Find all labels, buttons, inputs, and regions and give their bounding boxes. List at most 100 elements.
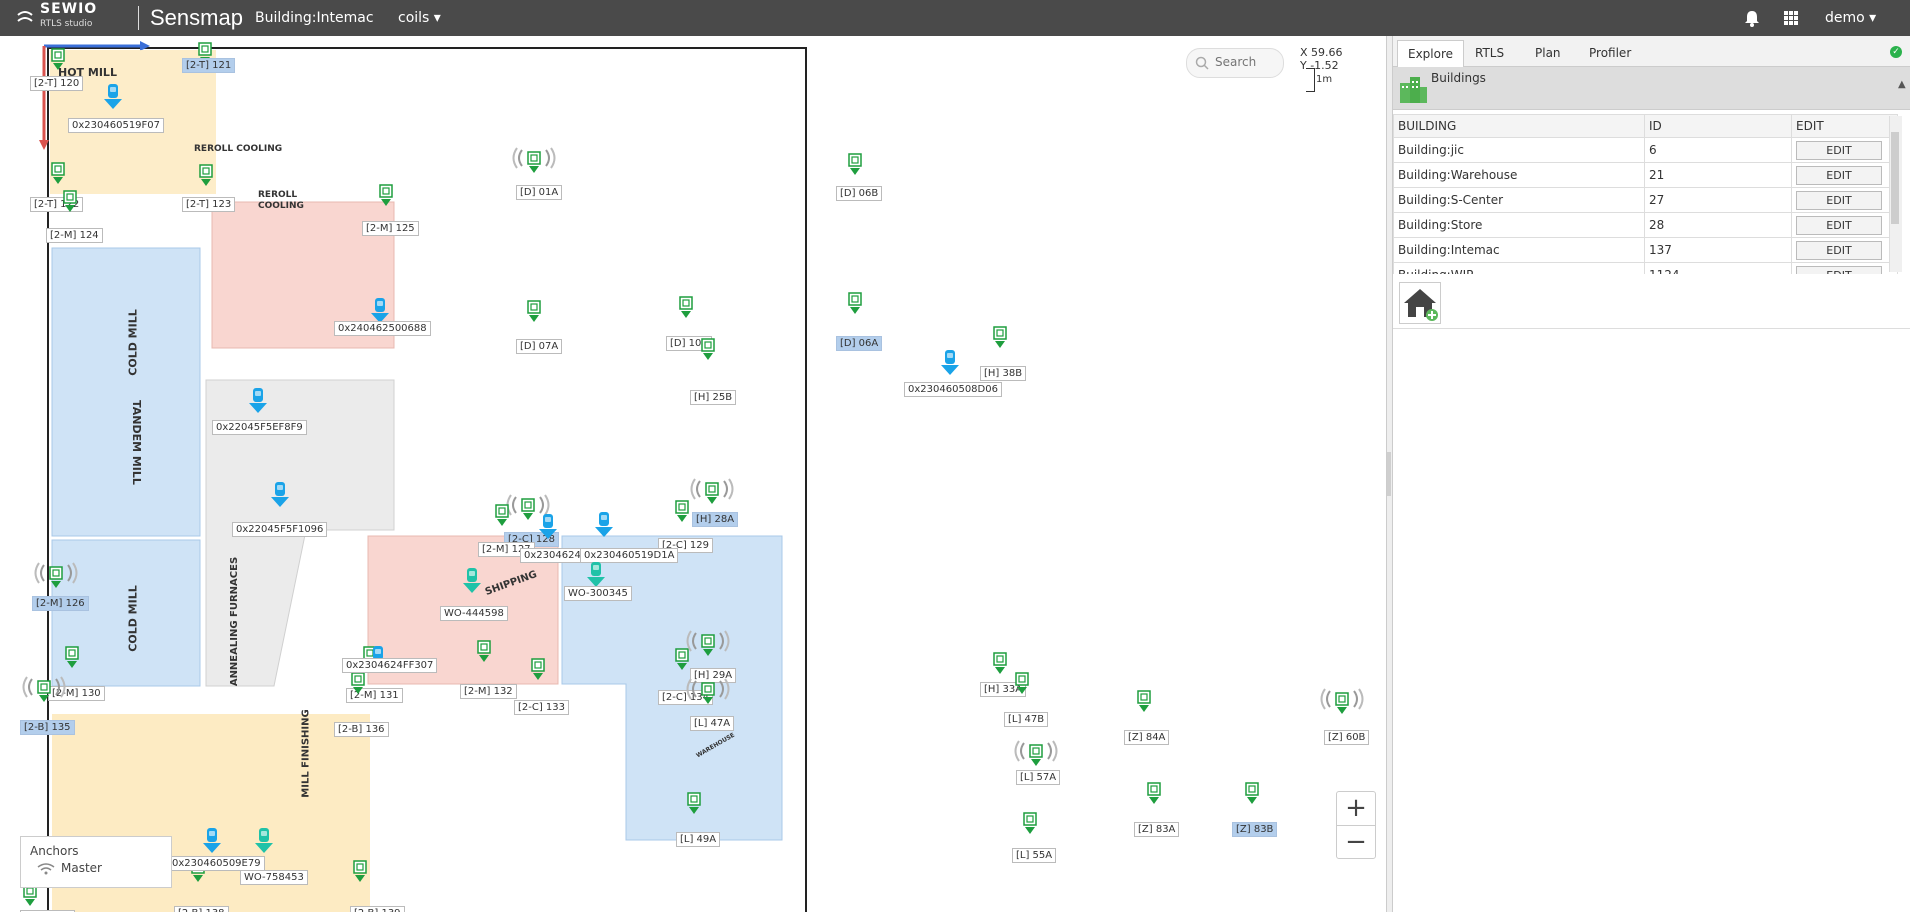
anchor-icon[interactable] bbox=[992, 652, 1008, 676]
tag-label[interactable]: WO-758453 bbox=[240, 870, 308, 885]
edit-building-button[interactable]: EDIT bbox=[1796, 265, 1882, 274]
tag-icon[interactable] bbox=[593, 512, 615, 538]
anchor-icon[interactable] bbox=[847, 292, 863, 316]
tag-label[interactable]: WO-300345 bbox=[564, 586, 632, 601]
map-search[interactable] bbox=[1186, 48, 1284, 78]
anchor-label[interactable]: [L] 55A bbox=[1012, 848, 1057, 863]
building-name-cell[interactable]: Building:WIP bbox=[1393, 262, 1645, 274]
anchor-label[interactable]: [2-M] 125 bbox=[362, 221, 419, 236]
tag-label[interactable]: 0x2304624FF307 bbox=[342, 658, 438, 673]
anchor-label[interactable]: [D] 06B bbox=[836, 186, 883, 201]
table-scrollbar-thumb[interactable] bbox=[1891, 132, 1899, 224]
tag-icon[interactable] bbox=[247, 388, 269, 414]
tag-icon[interactable] bbox=[102, 84, 124, 110]
anchor-icon[interactable] bbox=[678, 296, 694, 320]
table-row[interactable]: Building:Warehouse 21 EDIT bbox=[1393, 162, 1898, 188]
anchor-label[interactable]: [2-B] 136 bbox=[334, 722, 389, 737]
tag-icon[interactable] bbox=[201, 828, 223, 854]
anchor-label[interactable]: [Z] 83A bbox=[1134, 822, 1180, 837]
anchor-icon[interactable] bbox=[1244, 782, 1260, 806]
anchor-label[interactable]: [Z] 84A bbox=[1124, 730, 1170, 745]
anchor-icon[interactable] bbox=[64, 646, 80, 670]
tab-rtls[interactable]: RTLS bbox=[1465, 40, 1514, 66]
anchor-label[interactable]: [2-M] 126 bbox=[32, 596, 89, 611]
anchor-icon[interactable] bbox=[494, 504, 510, 528]
tab-plan[interactable]: Plan bbox=[1525, 40, 1571, 66]
anchor-label[interactable]: [2-B] 139 bbox=[350, 906, 405, 912]
edit-building-button[interactable]: EDIT bbox=[1796, 140, 1882, 160]
anchor-icon[interactable] bbox=[350, 672, 366, 696]
anchor-label[interactable]: [2-C] 133 bbox=[514, 700, 570, 715]
tag-label[interactable]: WO-444598 bbox=[440, 606, 508, 621]
buildings-header[interactable]: Buildings ▲ bbox=[1393, 67, 1910, 110]
anchor-label[interactable]: [2-M] 124 bbox=[46, 228, 103, 243]
anchor-label[interactable]: [D] 01A bbox=[516, 185, 563, 200]
edit-building-button[interactable]: EDIT bbox=[1796, 240, 1882, 260]
anchor-label[interactable]: [H] 38B bbox=[980, 366, 1027, 381]
table-row[interactable]: Building:S-Center 27 EDIT bbox=[1393, 187, 1898, 213]
tag-label[interactable]: 0x240462500688 bbox=[334, 321, 431, 336]
anchor-icon[interactable] bbox=[1022, 812, 1038, 836]
tag-label[interactable]: 0x22045F5EF8F9 bbox=[212, 420, 307, 435]
anchor-icon[interactable] bbox=[686, 792, 702, 816]
column-header-id[interactable]: ID bbox=[1644, 114, 1792, 138]
tag-label[interactable]: 0x230460509E79 bbox=[168, 856, 265, 871]
building-name-cell[interactable]: Building:Warehouse bbox=[1393, 162, 1645, 188]
tag-label[interactable]: 0x230460519F07 bbox=[68, 118, 165, 133]
anchor-icon[interactable] bbox=[476, 640, 492, 664]
collapse-icon[interactable]: ▲ bbox=[1898, 79, 1906, 90]
anchor-icon[interactable] bbox=[50, 162, 66, 186]
anchor-label[interactable]: [L] 47B bbox=[1004, 712, 1049, 727]
anchor-label[interactable]: [2-M] 132 bbox=[460, 684, 517, 699]
plan-dropdown[interactable]: coils ▾ bbox=[398, 0, 441, 36]
edit-building-button[interactable]: EDIT bbox=[1796, 165, 1882, 185]
tag-label[interactable]: 0x230460519D1A bbox=[580, 548, 679, 563]
apps-grid-icon[interactable] bbox=[1784, 11, 1798, 25]
bell-icon[interactable] bbox=[1744, 9, 1760, 27]
tag-label[interactable]: 0x230460508D06 bbox=[904, 382, 1002, 397]
anchor-label[interactable]: [H] 28A bbox=[692, 512, 739, 527]
anchor-label[interactable]: [H] 25B bbox=[690, 390, 737, 405]
anchor-label[interactable]: [2-T] 123 bbox=[182, 197, 236, 212]
building-name-cell[interactable]: Building:jic bbox=[1393, 137, 1645, 163]
anchor-icon[interactable] bbox=[1146, 782, 1162, 806]
anchor-label[interactable]: [L] 47A bbox=[690, 716, 735, 731]
search-input[interactable] bbox=[1213, 54, 1281, 70]
tag-icon[interactable] bbox=[939, 350, 961, 376]
edit-building-button[interactable]: EDIT bbox=[1796, 215, 1882, 235]
anchor-label[interactable]: [D] 07A bbox=[516, 339, 563, 354]
anchor-icon[interactable] bbox=[352, 860, 368, 884]
current-building[interactable]: Building:Intemac bbox=[255, 0, 374, 36]
anchor-icon[interactable] bbox=[62, 190, 78, 214]
tab-profiler[interactable]: Profiler bbox=[1579, 40, 1641, 66]
building-name-cell[interactable]: Building:Store bbox=[1393, 212, 1645, 238]
edit-building-button[interactable]: EDIT bbox=[1796, 190, 1882, 210]
zoom-in-button[interactable]: + bbox=[1337, 792, 1375, 824]
anchor-label[interactable]: [L] 57A bbox=[1016, 770, 1061, 785]
building-name-cell[interactable]: Building:S-Center bbox=[1393, 187, 1645, 213]
anchor-icon[interactable] bbox=[1014, 672, 1030, 696]
floor-plan-map[interactable]: HOT MILL REROLL COOLING REROLL COOLING C… bbox=[0, 36, 1386, 912]
anchor-icon[interactable] bbox=[526, 300, 542, 324]
anchor-label[interactable]: [Z] 60B bbox=[1324, 730, 1370, 745]
add-building-button[interactable] bbox=[1399, 282, 1441, 324]
zoom-out-button[interactable]: − bbox=[1337, 825, 1375, 858]
anchor-label[interactable]: [D] 06A bbox=[836, 336, 883, 351]
building-name-cell[interactable]: Building:Intemac bbox=[1393, 237, 1645, 263]
anchor-icon[interactable] bbox=[198, 164, 214, 188]
anchor-label[interactable]: [2-T] 120 bbox=[30, 76, 84, 91]
tag-icon[interactable] bbox=[585, 562, 607, 588]
anchor-icon[interactable] bbox=[992, 326, 1008, 350]
anchor-icon[interactable] bbox=[530, 658, 546, 682]
anchor-label[interactable]: [Z] 83B bbox=[1232, 822, 1278, 837]
anchor-label[interactable]: [2-T] 121 bbox=[182, 58, 236, 73]
anchor-label[interactable]: [2-B] 135 bbox=[20, 720, 75, 735]
tag-icon[interactable] bbox=[269, 482, 291, 508]
tag-icon[interactable] bbox=[461, 568, 483, 594]
table-row[interactable]: Building:WIP1124 EDIT bbox=[1393, 262, 1898, 274]
anchor-icon[interactable] bbox=[674, 500, 690, 524]
splitter-grip[interactable] bbox=[1387, 452, 1391, 496]
tab-explore[interactable]: Explore bbox=[1397, 40, 1465, 68]
tag-icon[interactable] bbox=[537, 514, 559, 540]
anchor-label[interactable]: [2-B] 138 bbox=[174, 906, 229, 912]
